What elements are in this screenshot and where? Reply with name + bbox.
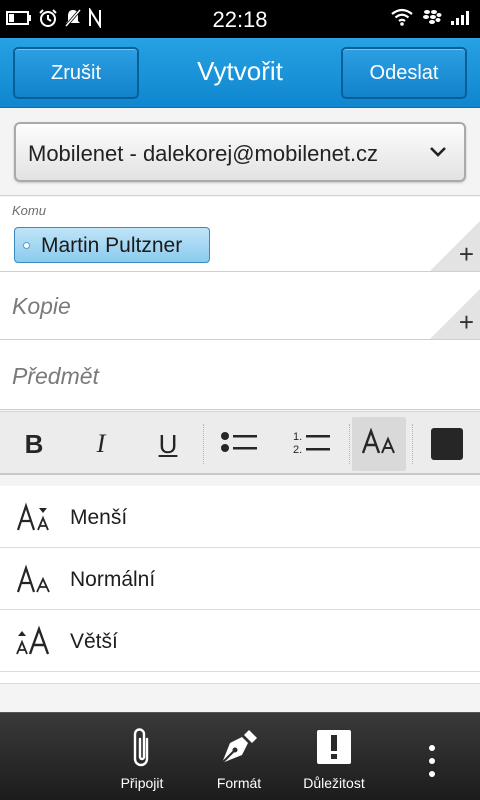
subject-placeholder: Předmět	[12, 363, 99, 389]
more-actions-button[interactable]	[408, 713, 456, 800]
account-area: Mobilenet - dalekorej@mobilenet.cz	[0, 108, 480, 196]
status-bar: 22:18	[0, 0, 480, 38]
attach-label: Připojit	[120, 775, 164, 791]
plus-icon: +	[458, 307, 474, 337]
paperclip-icon	[129, 725, 155, 769]
size-option-label: Menší	[70, 506, 128, 529]
signal-icon	[450, 8, 472, 31]
text-size-icon	[361, 426, 397, 461]
attach-button[interactable]: Připojit	[92, 713, 192, 800]
format-toolbar: B I U 1. 2.	[0, 411, 480, 475]
format-label: Formát	[216, 775, 262, 791]
exclamation-icon	[316, 725, 352, 769]
size-option-larger[interactable]: Větší	[0, 610, 480, 672]
to-field[interactable]: Komu Martin Pultzner +	[0, 197, 480, 272]
account-selected-value: Mobilenet - dalekorej@mobilenet.cz	[28, 141, 379, 166]
chevron-down-icon	[428, 142, 448, 167]
add-cc-button[interactable]: +	[430, 289, 480, 339]
size-option-smaller[interactable]: Menší	[0, 486, 480, 548]
svg-text:1.: 1.	[293, 431, 302, 443]
subject-field[interactable]: Předmět	[0, 340, 480, 410]
numbered-list-icon: 1. 2.	[292, 429, 332, 460]
text-size-larger-icon	[16, 624, 56, 658]
bold-button[interactable]: B	[0, 417, 68, 471]
list-footer	[0, 672, 480, 684]
overflow-menu-icon	[428, 739, 436, 783]
size-option-normal[interactable]: Normální	[0, 548, 480, 610]
chip-tag-icon	[23, 242, 30, 249]
recipient-name: Martin Pultzner	[41, 234, 183, 257]
cc-placeholder: Kopie	[12, 293, 71, 319]
plus-icon: +	[458, 239, 474, 269]
text-size-button[interactable]	[352, 417, 406, 471]
size-option-label: Normální	[70, 568, 156, 591]
title-bar: Zrušit Vytvořit Odeslat	[0, 38, 480, 108]
svg-text:2.: 2.	[293, 444, 302, 455]
bullet-list-button[interactable]	[204, 417, 276, 471]
recipient-chip[interactable]: Martin Pultzner	[14, 227, 210, 263]
text-size-normal-icon	[16, 562, 56, 596]
format-button[interactable]: Formát	[189, 713, 289, 800]
blackberry-icon	[422, 9, 442, 30]
text-color-swatch	[431, 428, 463, 460]
page-title: Vytvořit	[197, 56, 283, 86]
wifi-icon	[390, 8, 414, 31]
text-color-button[interactable]	[418, 417, 476, 471]
action-bar: Připojit Formát Důležitost	[0, 712, 480, 800]
send-button[interactable]: Odeslat	[341, 47, 467, 99]
italic-button[interactable]: I	[68, 417, 134, 471]
add-recipient-button[interactable]: +	[430, 221, 480, 271]
pen-nib-icon	[218, 725, 260, 769]
cc-field[interactable]: Kopie +	[0, 272, 480, 340]
toolbar-divider	[349, 424, 350, 464]
priority-button[interactable]: Důležitost	[284, 713, 384, 800]
underline-button[interactable]: U	[134, 417, 202, 471]
size-option-label: Větší	[70, 630, 118, 653]
text-size-smaller-icon	[16, 500, 56, 534]
cancel-button[interactable]: Zrušit	[13, 47, 139, 99]
numbered-list-button[interactable]: 1. 2.	[276, 417, 348, 471]
account-dropdown[interactable]: Mobilenet - dalekorej@mobilenet.cz	[14, 122, 466, 182]
to-label: Komu	[12, 203, 46, 218]
text-size-list: Menší Normální Větší	[0, 486, 480, 672]
toolbar-divider	[412, 424, 413, 464]
priority-label: Důležitost	[303, 775, 365, 791]
bullet-list-icon	[220, 430, 260, 459]
